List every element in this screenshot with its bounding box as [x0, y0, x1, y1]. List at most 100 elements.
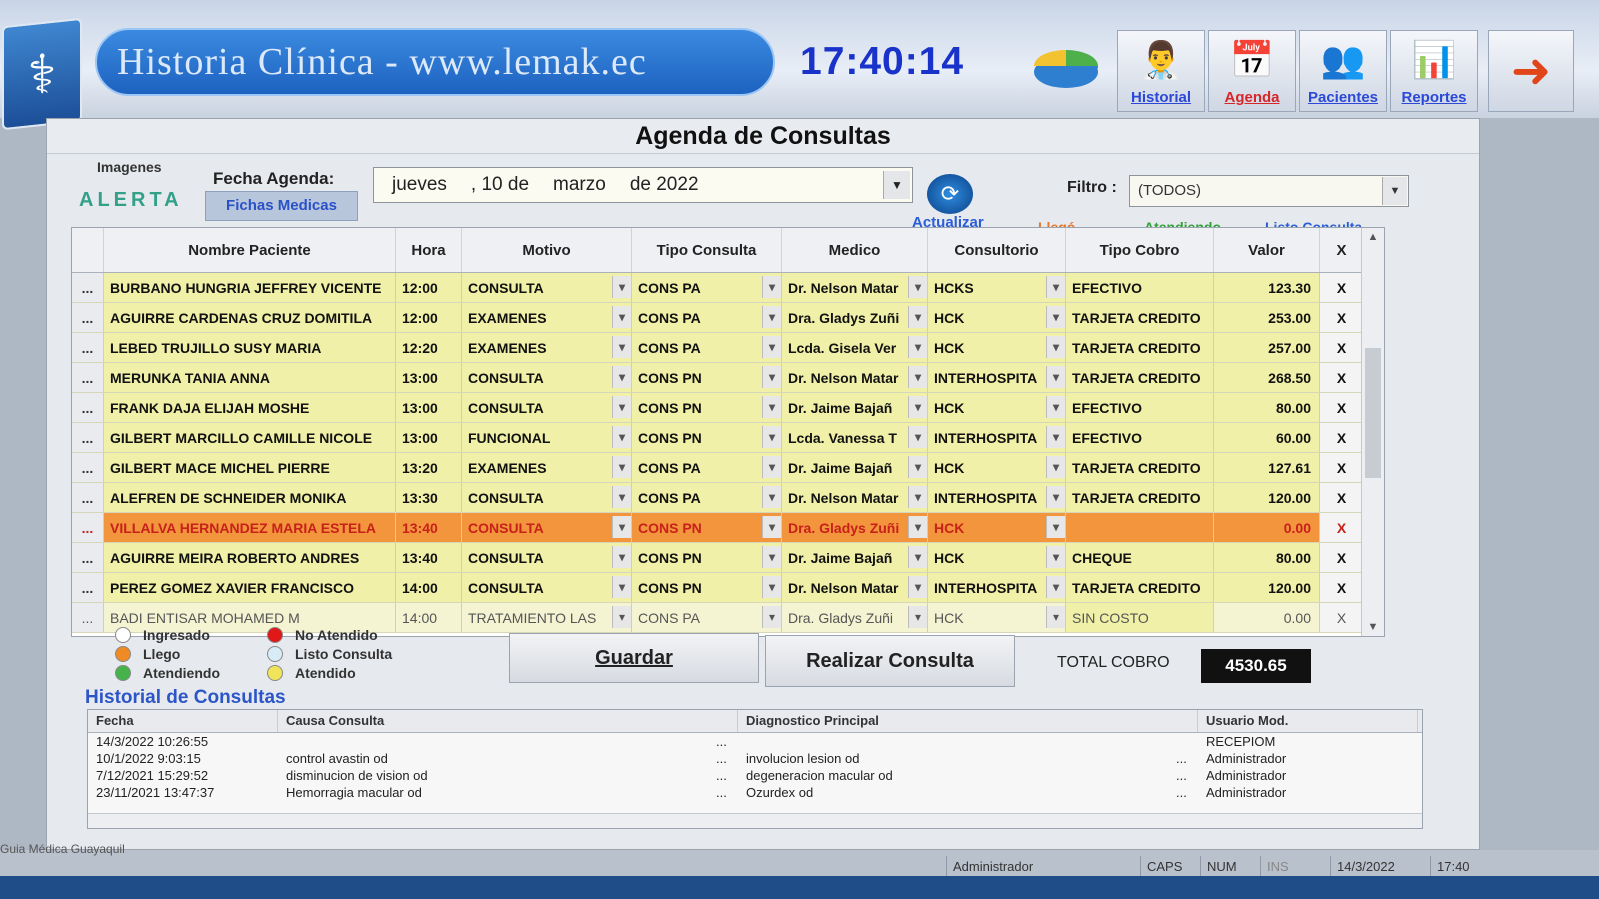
realizar-consulta-button[interactable]: Realizar Consulta	[765, 635, 1015, 687]
delete-row-button[interactable]: X	[1320, 543, 1364, 572]
nav-agenda-button[interactable]: 📅 Agenda	[1208, 30, 1296, 112]
col-consultorio[interactable]: Consultorio	[928, 228, 1066, 272]
guardar-button[interactable]: Guardar	[509, 633, 759, 683]
cell-tipo-consulta[interactable]: CONS PN	[632, 423, 782, 452]
hist-col-diagnostico[interactable]: Diagnostico Principal	[738, 710, 1198, 732]
cell-tipo-consulta[interactable]: CONS PA	[632, 303, 782, 332]
table-row[interactable]: ... BURBANO HUNGRIA JEFFREY VICENTE 12:00 C…	[72, 273, 1384, 303]
cell-tipo-consulta[interactable]: CONS PA	[632, 483, 782, 512]
cell-tipo-consulta[interactable]: CONS PN	[632, 573, 782, 602]
delete-row-button[interactable]: X	[1320, 273, 1364, 302]
filtro-select[interactable]: (TODOS) ▼	[1129, 175, 1409, 207]
vertical-scrollbar[interactable]: ▲ ▼	[1361, 228, 1384, 636]
cell-tipo-consulta[interactable]: CONS PA	[632, 333, 782, 362]
cell-tipo-consulta[interactable]: CONS PN	[632, 393, 782, 422]
row-header[interactable]: ...	[72, 573, 104, 602]
cell-medico[interactable]: Dra. Gladys Zuñi	[782, 603, 928, 632]
table-row[interactable]: ... GILBERT MARCILLO CAMILLE NICOLE 13:00 F…	[72, 423, 1384, 453]
row-header[interactable]: ...	[72, 543, 104, 572]
cell-medico[interactable]: Lcda. Gisela Ver	[782, 333, 928, 362]
cell-motivo[interactable]: CONSULTA	[462, 363, 632, 392]
cell-consultorio[interactable]: HCK	[928, 513, 1066, 542]
cell-consultorio[interactable]: HCK	[928, 453, 1066, 482]
table-row[interactable]: ...MERUNKA TANIA ANNA13:00CONSULTACONS P…	[72, 363, 1384, 393]
row-header[interactable]: ...	[72, 393, 104, 422]
delete-row-button[interactable]: X	[1320, 483, 1364, 512]
cell-medico[interactable]: Dr. Nelson Matar	[782, 483, 928, 512]
cell-motivo[interactable]: CONSULTA	[462, 273, 632, 302]
scroll-up-icon[interactable]: ▲	[1362, 228, 1384, 246]
historial-row[interactable]: 10/1/2022 9:03:15 control avastin od... in…	[88, 750, 1422, 767]
cell-motivo[interactable]: CONSULTA	[462, 573, 632, 602]
cell-medico[interactable]: Dr. Jaime Bajañ	[782, 453, 928, 482]
cell-consultorio[interactable]: HCKS	[928, 273, 1066, 302]
hist-col-fecha[interactable]: Fecha	[88, 710, 278, 732]
cell-tipo-consulta[interactable]: CONS PN	[632, 543, 782, 572]
row-header[interactable]: ...	[72, 423, 104, 452]
col-hora[interactable]: Hora	[396, 228, 462, 272]
exit-button[interactable]: ➜	[1488, 30, 1574, 112]
cell-consultorio[interactable]: INTERHOSPITA	[928, 423, 1066, 452]
chevron-down-icon[interactable]: ▼	[1382, 177, 1407, 205]
cell-motivo[interactable]: CONSULTA	[462, 543, 632, 572]
cell-medico[interactable]: Dr. Jaime Bajañ	[782, 543, 928, 572]
cell-consultorio[interactable]: INTERHOSPITA	[928, 363, 1066, 392]
table-row[interactable]: ... LEBED TRUJILLO SUSY MARIA 12:20 EXAMENE…	[72, 333, 1384, 363]
imagenes-label[interactable]: Imagenes	[97, 159, 162, 175]
chevron-down-icon[interactable]: ▼	[883, 171, 910, 199]
cell-medico[interactable]: Dr. Nelson Matar	[782, 273, 928, 302]
cell-motivo[interactable]: EXAMENES	[462, 333, 632, 362]
nav-historial-button[interactable]: 👨‍⚕️ Historial	[1117, 30, 1205, 112]
table-row[interactable]: ... VILLALVA HERNANDEZ MARIA ESTELA 13:40 C…	[72, 513, 1384, 543]
fichas-medicas-button[interactable]: Fichas Medicas	[205, 191, 358, 221]
col-motivo[interactable]: Motivo	[462, 228, 632, 272]
cell-motivo[interactable]: CONSULTA	[462, 483, 632, 512]
cell-consultorio[interactable]: HCK	[928, 543, 1066, 572]
hist-col-usuario[interactable]: Usuario Mod.	[1198, 710, 1418, 732]
cell-consultorio[interactable]: HCK	[928, 393, 1066, 422]
row-header[interactable]: ...	[72, 333, 104, 362]
horizontal-scrollbar[interactable]	[88, 813, 1422, 828]
historial-row[interactable]: 14/3/2022 10:26:55... RECEPIOM	[88, 733, 1422, 750]
historial-row[interactable]: 7/12/2021 15:29:52 disminucion de vision …	[88, 767, 1422, 784]
hist-col-causa[interactable]: Causa Consulta	[278, 710, 738, 732]
scroll-thumb[interactable]	[1365, 348, 1381, 478]
col-valor[interactable]: Valor	[1214, 228, 1320, 272]
delete-row-button[interactable]: X	[1320, 303, 1364, 332]
cell-consultorio[interactable]: HCK	[928, 333, 1066, 362]
nav-pacientes-button[interactable]: 👥 Pacientes	[1299, 30, 1387, 112]
cell-consultorio[interactable]: INTERHOSPITA	[928, 573, 1066, 602]
historial-row[interactable]: 23/11/2021 13:47:37 Hemorragia macular od…	[88, 784, 1422, 801]
scroll-down-icon[interactable]: ▼	[1362, 618, 1384, 636]
row-header[interactable]: ...	[72, 513, 104, 542]
row-header[interactable]: ...	[72, 303, 104, 332]
cell-consultorio[interactable]: HCK	[928, 603, 1066, 632]
delete-row-button[interactable]: X	[1320, 603, 1364, 632]
col-medico[interactable]: Medico	[782, 228, 928, 272]
row-header[interactable]: ...	[72, 603, 104, 632]
cell-motivo[interactable]: EXAMENES	[462, 303, 632, 332]
cell-motivo[interactable]: EXAMENES	[462, 453, 632, 482]
col-tipo-consulta[interactable]: Tipo Consulta	[632, 228, 782, 272]
delete-row-button[interactable]: X	[1320, 333, 1364, 362]
row-header[interactable]: ...	[72, 363, 104, 392]
table-row[interactable]: ... PEREZ GOMEZ XAVIER FRANCISCO 14:00 CONS…	[72, 573, 1384, 603]
cell-medico[interactable]: Dr. Nelson Matar	[782, 363, 928, 392]
table-row[interactable]: ...FRANK DAJA ELIJAH MOSHE13:00CONSULTAC…	[72, 393, 1384, 423]
row-header[interactable]: ...	[72, 273, 104, 302]
delete-row-button[interactable]: X	[1320, 573, 1364, 602]
cell-consultorio[interactable]: HCK	[928, 303, 1066, 332]
delete-row-button[interactable]: X	[1320, 513, 1364, 542]
cell-consultorio[interactable]: INTERHOSPITA	[928, 483, 1066, 512]
cell-medico[interactable]: Dra. Gladys Zuñi	[782, 303, 928, 332]
cell-motivo[interactable]: FUNCIONAL	[462, 423, 632, 452]
cell-motivo[interactable]: CONSULTA	[462, 513, 632, 542]
cell-tipo-consulta[interactable]: CONS PN	[632, 363, 782, 392]
table-row[interactable]: ... ALEFREN DE SCHNEIDER MONIKA 13:30 CONSU…	[72, 483, 1384, 513]
delete-row-button[interactable]: X	[1320, 423, 1364, 452]
cell-tipo-consulta[interactable]: CONS PA	[632, 453, 782, 482]
cell-medico[interactable]: Dr. Jaime Bajañ	[782, 393, 928, 422]
col-tipo-cobro[interactable]: Tipo Cobro	[1066, 228, 1214, 272]
table-row[interactable]: ... GILBERT MACE MICHEL PIERRE 13:20 EXAMEN…	[72, 453, 1384, 483]
refresh-icon[interactable]: ⟳	[927, 174, 973, 214]
